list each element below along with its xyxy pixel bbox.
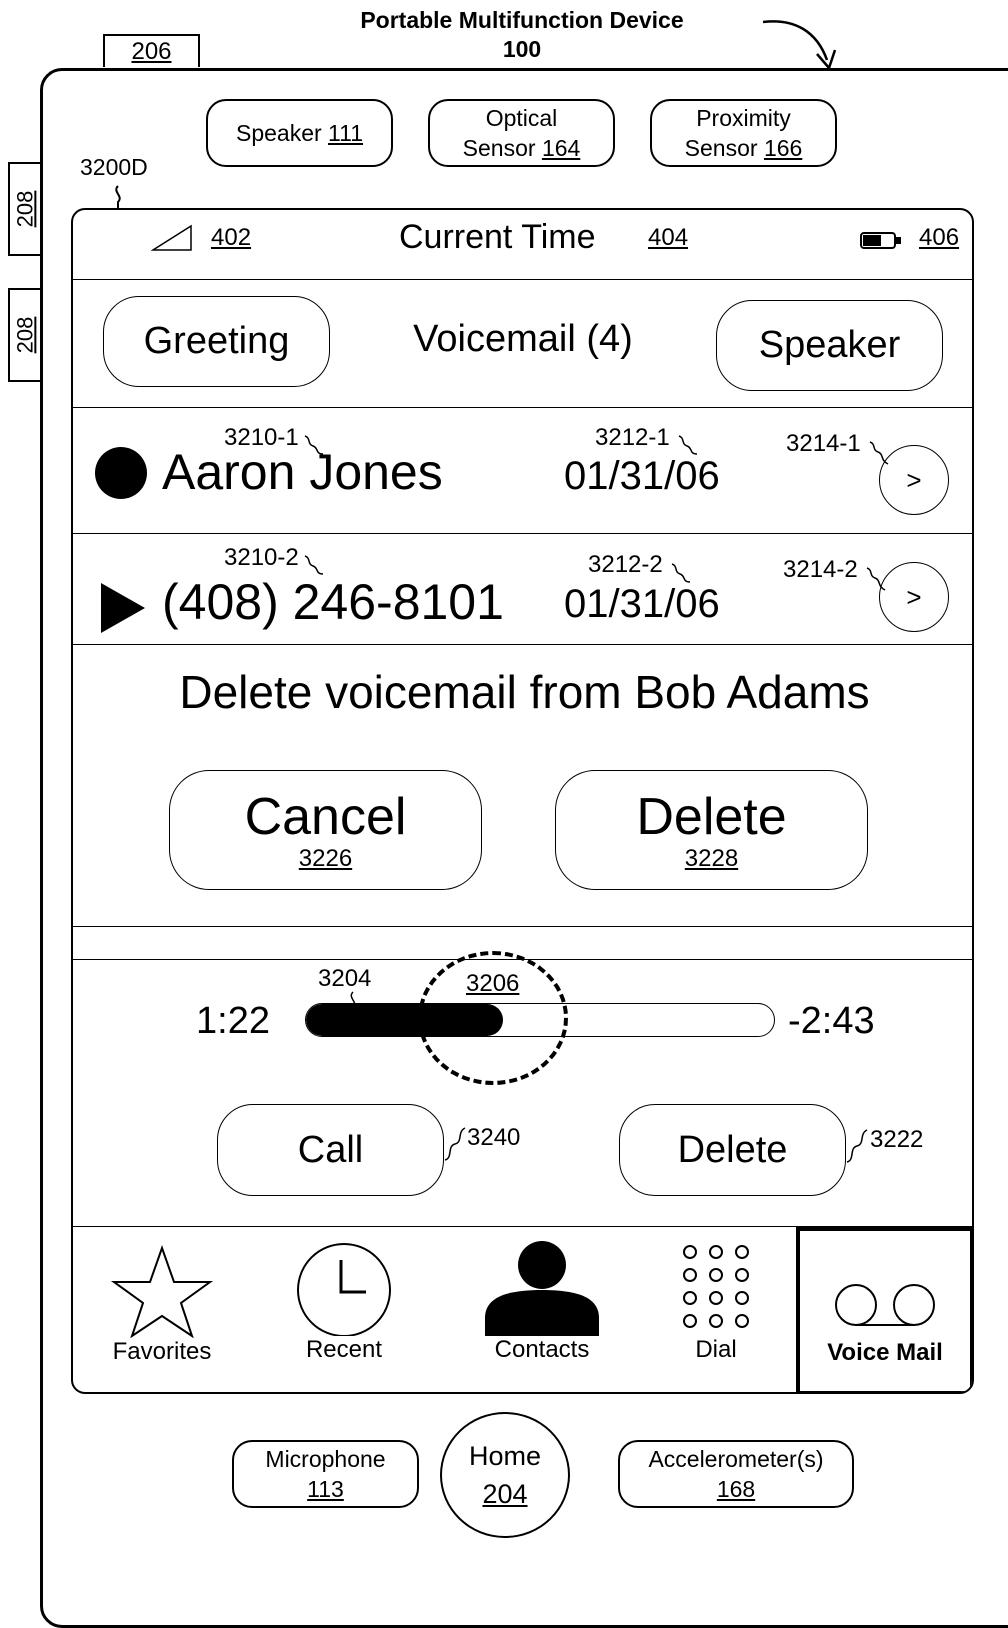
home-label: Home bbox=[468, 1441, 542, 1471]
delete-ref-leader bbox=[846, 1129, 868, 1163]
row-2-divider bbox=[73, 644, 972, 645]
ref-208-tab-a: 208 bbox=[8, 162, 41, 256]
optical-sensor-ref: 164 bbox=[541, 135, 581, 161]
delete-ref: 3222 bbox=[870, 1126, 924, 1153]
call-ref-leader bbox=[444, 1127, 466, 1161]
ref-3200d: 3200D bbox=[80, 154, 148, 180]
sheet-divider-a bbox=[73, 926, 972, 927]
name-ref-1: 3210-1 bbox=[224, 424, 299, 451]
details-button-1[interactable]: > bbox=[879, 445, 949, 515]
name-ref-2: 3210-2 bbox=[224, 544, 299, 571]
signal-icon bbox=[151, 224, 192, 251]
tab-favorites[interactable]: Favorites bbox=[87, 1240, 237, 1366]
name-ref-1-leader bbox=[304, 435, 324, 455]
status-divider bbox=[73, 279, 972, 280]
scrubber-thumb[interactable] bbox=[418, 951, 568, 1085]
tab-voice-mail[interactable]: Voice Mail bbox=[796, 1227, 972, 1392]
optical-sensor-label2: Sensor bbox=[462, 135, 536, 161]
optical-sensor-hardware: Optical Sensor 164 bbox=[428, 99, 615, 167]
tab-contacts-label: Contacts bbox=[494, 1336, 590, 1363]
star-icon bbox=[110, 1244, 214, 1338]
confirm-delete-button[interactable]: Delete 3228 bbox=[555, 770, 868, 890]
date-ref-1: 3212-1 bbox=[595, 424, 670, 451]
voicemail-icon bbox=[835, 1284, 935, 1326]
accelerometer-label: Accelerometer(s) bbox=[648, 1446, 824, 1472]
tab-contacts[interactable]: Contacts bbox=[467, 1240, 617, 1364]
current-time-ref: 404 bbox=[648, 224, 689, 251]
name-ref-2-leader bbox=[304, 555, 324, 575]
speaker-hardware: Speaker 111 bbox=[206, 99, 393, 167]
cancel-button-ref: 3226 bbox=[298, 845, 353, 872]
cancel-button[interactable]: Cancel 3226 bbox=[169, 770, 482, 890]
progress-bar-ref: 3204 bbox=[318, 965, 372, 992]
confirm-delete-label: Delete bbox=[636, 788, 787, 846]
touch-screen: 402 Current Time 404 406 Greeting Voicem… bbox=[71, 208, 974, 1394]
optical-sensor-label: Optical bbox=[485, 105, 558, 131]
button-ref-1: 3214-1 bbox=[786, 430, 861, 457]
figure-title: Portable Multifunction Device 100 bbox=[300, 6, 744, 64]
greeting-button[interactable]: Greeting bbox=[103, 296, 330, 387]
row-1-divider bbox=[73, 533, 972, 534]
ref-208-b: 208 bbox=[12, 316, 38, 354]
current-time: Current Time bbox=[399, 218, 596, 256]
tab-voice-mail-label: Voice Mail bbox=[827, 1339, 943, 1366]
ref-208-tab-b: 208 bbox=[8, 288, 41, 382]
ref-206-tab: 206 bbox=[103, 34, 200, 67]
microphone-ref: 113 bbox=[307, 1476, 344, 1502]
cancel-button-label: Cancel bbox=[244, 788, 407, 846]
delete-confirm-message: Delete voicemail from Bob Adams bbox=[179, 666, 870, 718]
unheard-dot-icon bbox=[95, 447, 147, 499]
accelerometer-hardware: Accelerometer(s) 168 bbox=[618, 1440, 854, 1508]
date-ref-2: 3212-2 bbox=[588, 551, 663, 578]
figure-title-line2: 100 bbox=[502, 36, 542, 62]
speaker-button[interactable]: Speaker bbox=[716, 300, 943, 391]
header-divider bbox=[73, 407, 972, 408]
figure-title-line1: Portable Multifunction Device bbox=[360, 7, 684, 33]
speaker-hw-label: Speaker bbox=[235, 120, 322, 146]
battery-icon bbox=[860, 232, 901, 249]
microphone-label: Microphone bbox=[265, 1446, 386, 1472]
confirm-delete-ref: 3228 bbox=[684, 845, 739, 872]
call-ref: 3240 bbox=[467, 1124, 521, 1151]
speaker-hw-ref: 111 bbox=[328, 120, 364, 146]
home-ref: 204 bbox=[482, 1479, 528, 1509]
tab-recent[interactable]: Recent bbox=[269, 1240, 419, 1364]
remaining-time: -2:43 bbox=[788, 1000, 875, 1042]
ref-206: 206 bbox=[131, 37, 172, 65]
proximity-sensor-label: Proximity bbox=[696, 105, 791, 131]
battery-ref: 406 bbox=[919, 224, 960, 251]
keypad-icon bbox=[683, 1245, 749, 1328]
home-button[interactable]: Home 204 bbox=[440, 1412, 570, 1538]
button-ref-2: 3214-2 bbox=[783, 556, 858, 583]
tab-dial-label: Dial bbox=[695, 1336, 737, 1363]
figure-arrow bbox=[762, 20, 837, 71]
proximity-sensor-ref: 166 bbox=[763, 135, 803, 161]
accelerometer-ref: 168 bbox=[716, 1476, 756, 1502]
details-button-2[interactable]: > bbox=[879, 562, 949, 632]
tab-favorites-label: Favorites bbox=[112, 1338, 212, 1365]
ref-208-a: 208 bbox=[12, 190, 38, 228]
tab-recent-label: Recent bbox=[305, 1336, 383, 1363]
date-ref-2-leader bbox=[671, 563, 691, 583]
tab-dial[interactable]: Dial bbox=[641, 1240, 791, 1364]
play-icon bbox=[101, 583, 145, 633]
elapsed-time: 1:22 bbox=[196, 1000, 270, 1042]
signal-ref: 402 bbox=[211, 224, 252, 251]
microphone-hardware: Microphone 113 bbox=[232, 1440, 419, 1508]
proximity-sensor-label2: Sensor bbox=[684, 135, 758, 161]
date-ref-1-leader bbox=[678, 435, 698, 455]
proximity-sensor-hardware: Proximity Sensor 166 bbox=[650, 99, 837, 167]
delete-button[interactable]: Delete bbox=[619, 1104, 846, 1196]
voicemail-title: Voicemail (4) bbox=[413, 318, 633, 360]
person-icon bbox=[485, 1241, 599, 1336]
ref-3200d-leader bbox=[115, 185, 121, 208]
call-button[interactable]: Call bbox=[217, 1104, 444, 1196]
clock-icon bbox=[297, 1243, 391, 1336]
